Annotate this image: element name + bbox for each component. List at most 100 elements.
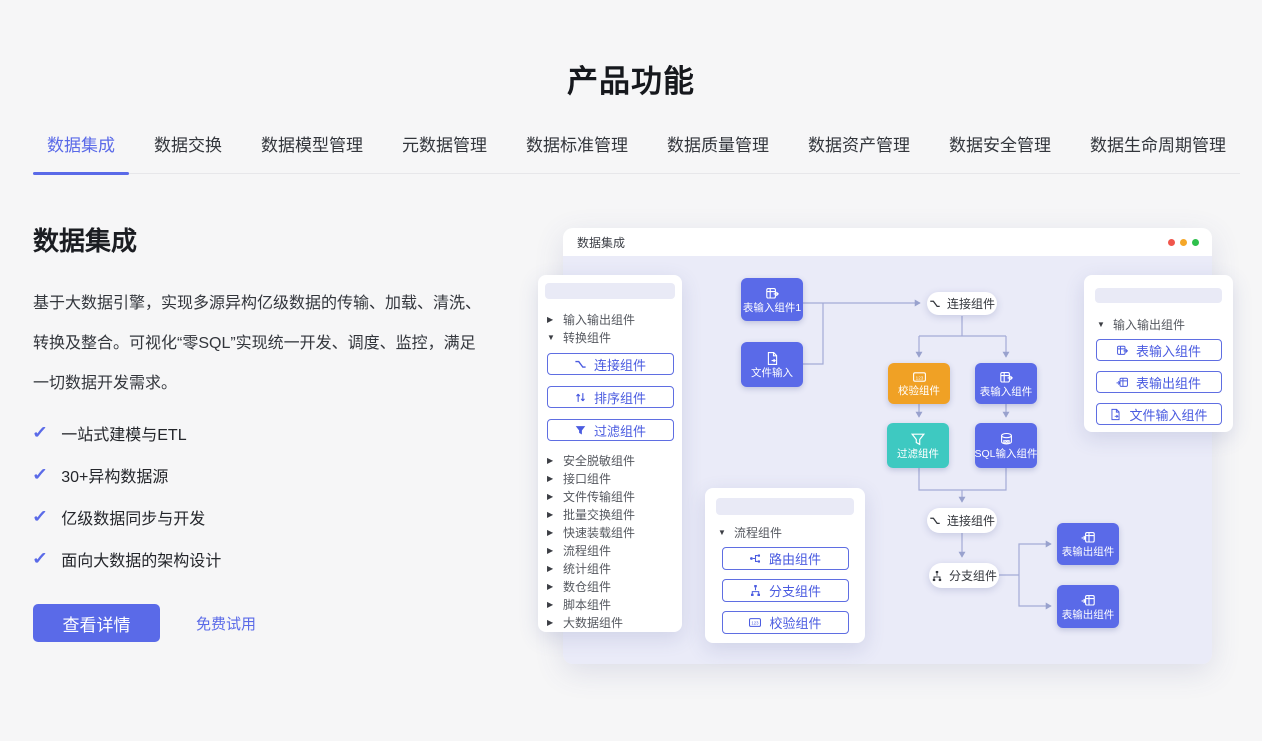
window-title: 数据集成 (577, 234, 625, 251)
canvas-node-file-input[interactable]: 文件输入 (741, 342, 803, 387)
table-output-component-button[interactable]: 表输出组件 (1096, 371, 1222, 393)
group-data-warehouse[interactable]: ▶数仓组件 (545, 577, 675, 595)
component-search-input[interactable] (545, 283, 675, 299)
component-search-input[interactable] (1095, 288, 1222, 303)
table-input-icon (999, 370, 1014, 385)
cta-row: 查看详情 免费试用 (33, 604, 485, 642)
tab-data-integration[interactable]: 数据集成 (33, 131, 129, 173)
connector-icon (929, 515, 941, 527)
canvas-node-table-output-1[interactable]: 表输出组件 (1057, 523, 1119, 565)
canvas-node-sql-input[interactable]: SQL SQL输入组件 (975, 423, 1037, 468)
filter-icon (910, 432, 926, 447)
canvas-node-table-input-1[interactable]: 表输入组件1 (741, 278, 803, 321)
feature-bullets: ✓一站式建模与ETL ✓30+异构数据源 ✓亿级数据同步与开发 ✓面向大数据的架… (33, 412, 485, 580)
validate-icon: 123 (748, 616, 762, 629)
table-input-component-button[interactable]: 表输入组件 (1096, 339, 1222, 361)
minimize-window-icon[interactable] (1180, 239, 1187, 246)
branch-icon (931, 570, 943, 582)
group-process[interactable]: ▶流程组件 (545, 541, 675, 559)
chevron-right-icon: ▶ (547, 315, 556, 324)
connector-icon (574, 358, 587, 371)
tab-data-asset-mgmt[interactable]: 数据资产管理 (794, 131, 924, 173)
tab-metadata-mgmt[interactable]: 元数据管理 (388, 131, 501, 173)
group-script[interactable]: ▶脚本组件 (545, 595, 675, 613)
validate-component-button[interactable]: 123 校验组件 (722, 611, 849, 634)
check-icon: ✓ (32, 465, 48, 485)
feature-tabs: 数据集成 数据交换 数据模型管理 元数据管理 数据标准管理 数据质量管理 数据资… (33, 129, 1240, 174)
svg-text:123: 123 (752, 621, 760, 626)
group-batch-exchange[interactable]: ▶批量交换组件 (545, 505, 675, 523)
free-trial-link[interactable]: 免费试用 (196, 613, 256, 634)
chevron-right-icon: ▶ (547, 618, 556, 627)
group-big-data[interactable]: ▶大数据组件 (545, 613, 675, 631)
canvas-node-filter[interactable]: 过滤组件 (887, 423, 949, 468)
feature-heading: 数据集成 (33, 221, 485, 258)
filter-icon (574, 424, 587, 437)
canvas-node-table-output-2[interactable]: 表输出组件 (1057, 585, 1119, 628)
list-item: ✓30+异构数据源 (33, 454, 485, 496)
file-input-component-button[interactable]: 文件输入组件 (1096, 403, 1222, 425)
branch-icon (749, 584, 762, 597)
window-titlebar: 数据集成 (563, 228, 1212, 256)
filter-component-button[interactable]: 过滤组件 (547, 419, 674, 441)
svg-text:123: 123 (915, 375, 923, 380)
chevron-right-icon: ▶ (547, 456, 556, 465)
chevron-right-icon: ▶ (547, 492, 556, 501)
chevron-right-icon: ▶ (547, 582, 556, 591)
tab-data-exchange[interactable]: 数据交换 (140, 131, 236, 173)
chevron-right-icon: ▶ (547, 528, 556, 537)
view-details-button[interactable]: 查看详情 (33, 604, 160, 642)
tab-data-model-mgmt[interactable]: 数据模型管理 (247, 131, 377, 173)
route-icon (749, 552, 762, 565)
file-input-icon (1109, 408, 1122, 421)
process-buttons: 路由组件 分支组件 123 校验组件 (716, 547, 854, 634)
tab-data-quality-mgmt[interactable]: 数据质量管理 (653, 131, 783, 173)
chevron-down-icon: ▼ (1097, 320, 1106, 329)
component-panel-left: ▶ 输入输出组件 ▼ 转换组件 连接组件 排序组件 过滤组件 ▶安全脱敏组件 ▶… (538, 275, 682, 632)
connector-icon (929, 298, 941, 310)
tab-data-security-mgmt[interactable]: 数据安全管理 (935, 131, 1065, 173)
component-search-input[interactable] (716, 498, 854, 515)
canvas-node-connector-top[interactable]: 连接组件 (927, 292, 997, 315)
feature-description: 基于大数据引擎，实现多源异构亿级数据的传输、加载、清洗、转换及整合。可视化“零S… (33, 284, 485, 404)
window-controls (1168, 239, 1199, 246)
group-transform[interactable]: ▼ 转换组件 (545, 328, 675, 346)
table-output-icon (1116, 376, 1129, 389)
group-statistics[interactable]: ▶统计组件 (545, 559, 675, 577)
component-panel-mid: ▼ 流程组件 路由组件 分支组件 123 校验组件 (705, 488, 865, 643)
chevron-right-icon: ▶ (547, 510, 556, 519)
page-title: 产品功能 (0, 56, 1262, 101)
group-fast-load[interactable]: ▶快速装载组件 (545, 523, 675, 541)
close-window-icon[interactable] (1168, 239, 1175, 246)
group-interface[interactable]: ▶接口组件 (545, 469, 675, 487)
group-input-output-expanded[interactable]: ▼ 输入输出组件 (1095, 316, 1222, 332)
check-icon: ✓ (32, 549, 48, 569)
table-output-icon (1081, 593, 1096, 608)
chevron-right-icon: ▶ (547, 564, 556, 573)
chevron-right-icon: ▶ (547, 546, 556, 555)
svg-text:SQL: SQL (1003, 439, 1009, 443)
list-item: ✓一站式建模与ETL (33, 412, 485, 454)
group-process-expanded[interactable]: ▼ 流程组件 (716, 524, 854, 540)
group-input-output[interactable]: ▶ 输入输出组件 (545, 310, 675, 328)
check-icon: ✓ (32, 507, 48, 527)
chevron-right-icon: ▶ (547, 474, 556, 483)
tab-data-lifecycle-mgmt[interactable]: 数据生命周期管理 (1076, 131, 1240, 173)
canvas-node-table-input-2[interactable]: 表输入组件 (975, 363, 1037, 404)
table-output-icon (1081, 530, 1096, 545)
component-panel-right: ▼ 输入输出组件 表输入组件 表输出组件 文件输入组件 (1084, 275, 1233, 432)
branch-component-button[interactable]: 分支组件 (722, 579, 849, 602)
route-component-button[interactable]: 路由组件 (722, 547, 849, 570)
group-file-transfer[interactable]: ▶文件传输组件 (545, 487, 675, 505)
table-input-icon (1116, 344, 1129, 357)
group-security-masking[interactable]: ▶安全脱敏组件 (545, 451, 675, 469)
connector-component-button[interactable]: 连接组件 (547, 353, 674, 375)
canvas-node-branch[interactable]: 分支组件 (929, 563, 999, 588)
sort-component-button[interactable]: 排序组件 (547, 386, 674, 408)
component-tree: ▶安全脱敏组件 ▶接口组件 ▶文件传输组件 ▶批量交换组件 ▶快速装载组件 ▶流… (545, 451, 675, 631)
canvas-node-connector-bottom[interactable]: 连接组件 (927, 508, 997, 533)
canvas-node-validate[interactable]: 123 校验组件 (888, 363, 950, 404)
maximize-window-icon[interactable] (1192, 239, 1199, 246)
tab-data-standard-mgmt[interactable]: 数据标准管理 (512, 131, 642, 173)
chevron-right-icon: ▶ (547, 600, 556, 609)
